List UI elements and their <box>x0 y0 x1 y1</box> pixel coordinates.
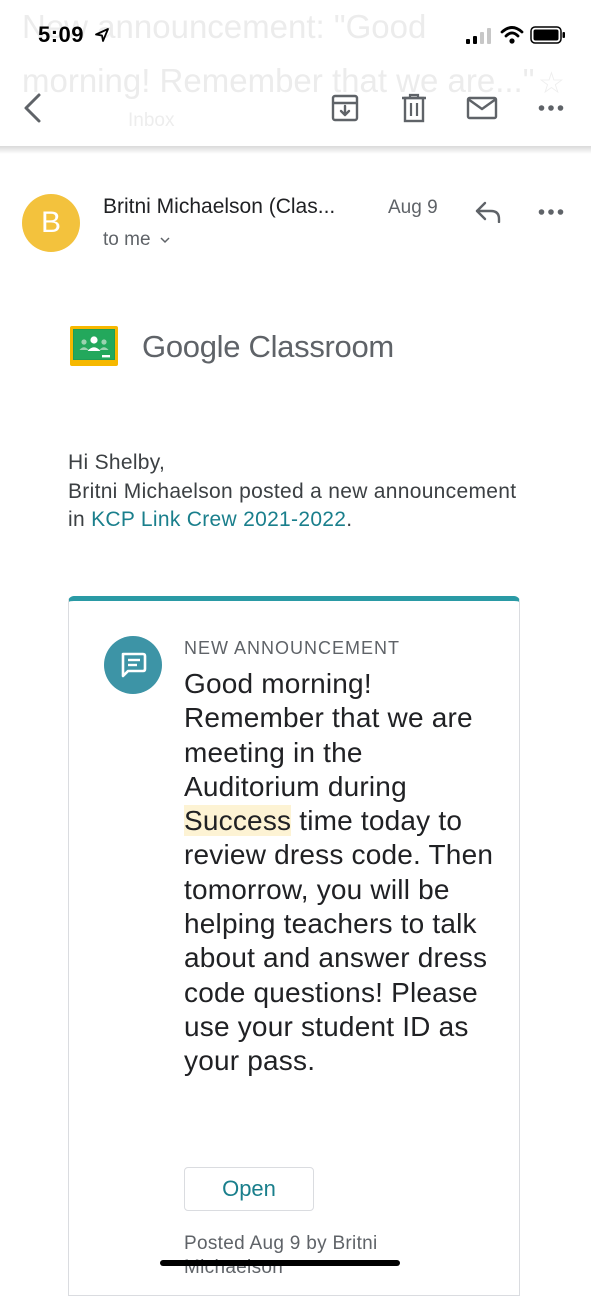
toolbar-divider <box>0 146 591 154</box>
message-date: Aug 9 <box>388 197 438 218</box>
recipient-toggle[interactable]: to me <box>103 229 170 251</box>
google-classroom-logo-icon <box>70 326 118 366</box>
archive-icon[interactable] <box>327 90 363 126</box>
announcement-text-1: Good morning! Remember that we are meeti… <box>184 668 473 802</box>
recipient-label: to me <box>103 229 151 250</box>
brand-name: Google <box>142 329 241 364</box>
announcement-text-2: time today to review dress code. Then to… <box>184 805 494 1077</box>
reply-icon[interactable] <box>470 196 506 228</box>
product-name: Classroom <box>248 329 395 364</box>
highlighted-word: Success <box>184 805 292 837</box>
announcement-icon <box>104 636 162 694</box>
more-icon[interactable] <box>533 90 569 126</box>
announcement-label: NEW ANNOUNCEMENT <box>184 638 401 658</box>
sender-name: Britni Michaelson (Clas... <box>103 195 336 218</box>
announcement-body: Good morning! Remember that we are meeti… <box>184 667 504 1079</box>
class-link[interactable]: KCP Link Crew 2021-2022 <box>91 508 346 531</box>
battery-icon <box>530 26 565 44</box>
mail-icon[interactable] <box>464 90 500 126</box>
trash-icon[interactable] <box>396 90 432 126</box>
home-indicator[interactable] <box>160 1260 400 1266</box>
signal-icon <box>466 28 491 44</box>
location-icon <box>95 28 109 42</box>
message-more-icon[interactable] <box>533 200 569 224</box>
greeting-end: . <box>346 508 353 531</box>
wifi-icon <box>500 26 524 44</box>
greeting-text: Hi Shelby, Britni Michaelson posted a ne… <box>68 449 538 535</box>
inbox-label[interactable]: Inbox <box>128 110 174 132</box>
status-time: 5:09 <box>38 22 85 47</box>
avatar[interactable]: B <box>22 194 80 252</box>
open-button[interactable]: Open <box>184 1167 314 1211</box>
greeting-line: Hi Shelby, <box>68 451 166 474</box>
greeting-body: Britni Michaelson posted a new announcem… <box>68 478 538 535</box>
back-icon[interactable] <box>14 90 50 126</box>
google-classroom-title: Google Classroom <box>142 329 394 365</box>
chevron-down-icon <box>160 237 170 244</box>
posted-info: Posted Aug 9 by Britni Michaelson <box>184 1233 378 1278</box>
